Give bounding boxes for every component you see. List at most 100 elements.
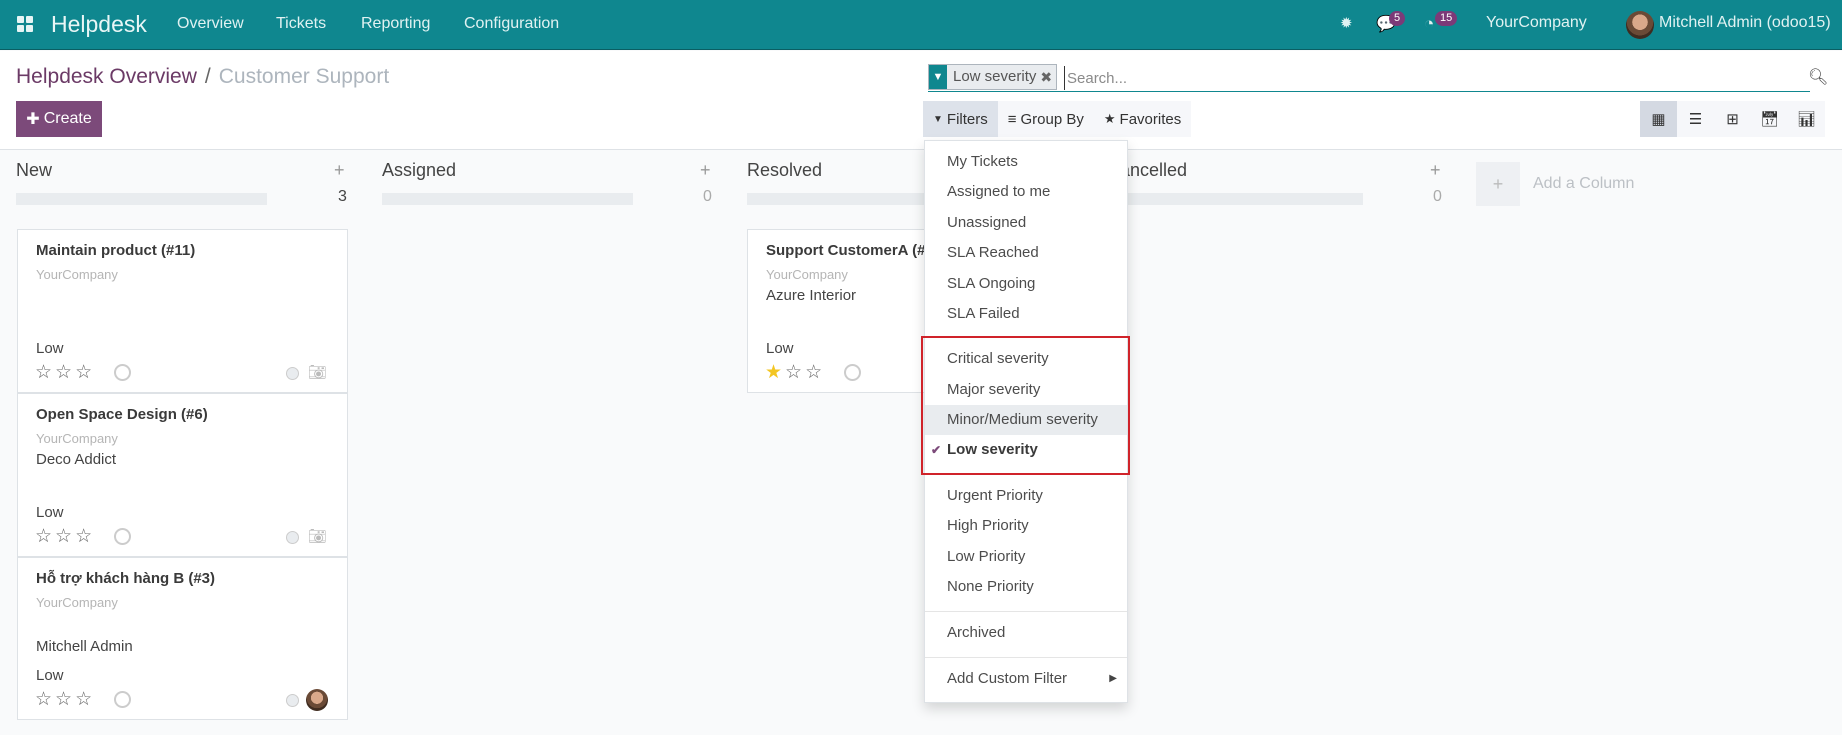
filter-none-priority[interactable]: None Priority — [925, 572, 1127, 602]
view-switcher: ▦ ☰ ⊞ 📅︎ 📊︎ — [1640, 101, 1825, 137]
priority-stars[interactable]: ★☆☆ — [765, 361, 825, 384]
company-switcher[interactable]: YourCompany — [1486, 14, 1587, 32]
priority-stars[interactable]: ☆☆☆ — [35, 688, 95, 711]
add-custom-filter-label: Add Custom Filter — [947, 670, 1068, 687]
group-by-label: Group By — [1020, 110, 1084, 128]
column-progressbar[interactable] — [16, 193, 267, 205]
camera-icon[interactable]: 📷︎ — [308, 363, 327, 381]
favorites-button[interactable]: ★ Favorites — [1094, 101, 1191, 137]
clock-icon[interactable]: ◔ — [1424, 14, 1434, 34]
control-panel: Helpdesk Overview / Customer Support ✚ Crea… — [0, 51, 1842, 150]
menu-reporting[interactable]: Reporting — [361, 15, 430, 33]
filter-sla-failed[interactable]: SLA Failed — [925, 299, 1127, 329]
card-priority: Low — [36, 504, 64, 521]
column-title[interactable]: New — [16, 160, 52, 181]
assignee-avatar[interactable] — [306, 689, 328, 711]
kanban-state-dot[interactable] — [286, 694, 299, 707]
menu-tickets[interactable]: Tickets — [276, 15, 326, 33]
column-title[interactable]: ancelled — [1120, 160, 1187, 181]
activity-clock-icon[interactable] — [844, 364, 861, 381]
card-priority: Low — [36, 340, 64, 357]
kanban-state-dot[interactable] — [286, 367, 299, 380]
list-view-icon[interactable]: ☰ — [1677, 101, 1714, 137]
group-by-button[interactable]: ≡ Group By — [998, 101, 1094, 137]
messages-badge: 5 — [1389, 11, 1406, 26]
card-customer: Azure Interior — [766, 287, 857, 304]
card-company: YourCompany — [36, 431, 118, 446]
card-customer: Deco Addict — [36, 451, 117, 468]
bars-icon: ≡ — [1007, 110, 1017, 128]
card-priority: Low — [36, 667, 64, 684]
filter-icon: ▼ — [929, 65, 947, 89]
quick-create-icon[interactable]: + — [700, 160, 711, 181]
create-label: Create — [43, 110, 92, 127]
activity-clock-icon[interactable] — [114, 528, 131, 545]
kanban-view-icon[interactable]: ▦ — [1640, 101, 1677, 137]
add-custom-filter[interactable]: Add Custom Filter ▶ — [925, 664, 1127, 694]
add-column-label[interactable]: Add a Column — [1533, 175, 1634, 193]
apps-grid-icon[interactable] — [17, 16, 33, 32]
search-input[interactable] — [1064, 66, 1804, 90]
filter-assigned-to-me[interactable]: Assigned to me — [925, 177, 1127, 207]
kanban-state-dot[interactable] — [286, 531, 299, 544]
ticket-card[interactable]: Maintain product (#11) YourCompany Low ☆… — [17, 229, 348, 393]
severity-highlight-box — [921, 336, 1130, 475]
top-navbar: Helpdesk Overview Tickets Reporting Conf… — [0, 0, 1842, 50]
column-progressbar[interactable] — [747, 193, 927, 205]
filter-high-priority[interactable]: High Priority — [925, 511, 1127, 541]
filter-archived[interactable]: Archived — [925, 618, 1127, 648]
column-title[interactable]: Assigned — [382, 160, 456, 181]
filter-sla-ongoing[interactable]: SLA Ongoing — [925, 269, 1127, 299]
favorites-label: Favorites — [1119, 110, 1182, 128]
breadcrumb-parent[interactable]: Helpdesk Overview — [16, 65, 197, 88]
bug-icon[interactable]: ✹ — [1340, 14, 1353, 32]
remove-facet-icon[interactable]: ✖ — [1040, 65, 1056, 89]
filter-urgent-priority[interactable]: Urgent Priority — [925, 481, 1127, 511]
search-icon[interactable]: 🔍︎ — [1808, 67, 1828, 87]
card-company: YourCompany — [36, 267, 118, 282]
menu-overview[interactable]: Overview — [177, 15, 244, 33]
card-title: Maintain product (#11) — [36, 242, 196, 259]
card-title: Support CustomerA (#1 — [766, 242, 934, 259]
calendar-view-icon[interactable]: 📅︎ — [1751, 101, 1788, 137]
filters-button[interactable]: ▼ Filters — [923, 101, 998, 137]
pivot-view-icon[interactable]: ⊞ — [1714, 101, 1751, 137]
filter-facet: ▼ Low severity ✖ — [928, 64, 1058, 90]
filter-unassigned[interactable]: Unassigned — [925, 208, 1127, 238]
card-customer: Mitchell Admin — [36, 638, 133, 655]
quick-create-icon[interactable]: + — [334, 160, 345, 181]
menu-configuration[interactable]: Configuration — [464, 15, 559, 33]
column-count: 0 — [703, 188, 712, 205]
caret-right-icon: ▶ — [1109, 673, 1117, 684]
column-progressbar[interactable] — [1120, 193, 1363, 205]
camera-icon[interactable]: 📷︎ — [308, 527, 327, 545]
card-title: Open Space Design (#6) — [36, 406, 208, 423]
filter-my-tickets[interactable]: My Tickets — [925, 147, 1127, 177]
priority-stars[interactable]: ☆☆☆ — [35, 361, 95, 384]
app-name[interactable]: Helpdesk — [51, 11, 147, 38]
breadcrumb-separator: / — [204, 65, 211, 88]
breadcrumb: Helpdesk Overview / Customer Support — [16, 65, 389, 89]
breadcrumb-current: Customer Support — [218, 65, 390, 88]
filter-low-priority[interactable]: Low Priority — [925, 542, 1127, 572]
priority-stars[interactable]: ☆☆☆ — [35, 525, 95, 548]
ticket-card[interactable]: Hỗ trợ khách hàng B (#3) YourCompany Mit… — [17, 557, 348, 720]
column-progressbar[interactable] — [382, 193, 633, 205]
card-company: YourCompany — [766, 267, 848, 282]
user-menu[interactable]: Mitchell Admin (odoo15) — [1659, 14, 1831, 32]
plus-icon: ✚ — [26, 111, 40, 128]
activity-clock-icon[interactable] — [114, 691, 131, 708]
column-title[interactable]: Resolved — [747, 160, 822, 181]
add-column-button[interactable]: + — [1476, 162, 1520, 206]
create-button[interactable]: ✚ Create — [16, 101, 102, 137]
search-options: ▼ Filters ≡ Group By ★ Favorites — [923, 101, 1192, 137]
activity-clock-icon[interactable] — [114, 364, 131, 381]
divider — [925, 657, 1127, 658]
column-count: 3 — [338, 188, 347, 205]
filter-sla-reached[interactable]: SLA Reached — [925, 238, 1127, 268]
user-avatar[interactable] — [1626, 11, 1654, 39]
quick-create-icon[interactable]: + — [1430, 160, 1441, 181]
graph-view-icon[interactable]: 📊︎ — [1788, 101, 1825, 137]
activities-badge: 15 — [1435, 11, 1458, 26]
ticket-card[interactable]: Open Space Design (#6) YourCompany Deco … — [17, 393, 348, 557]
